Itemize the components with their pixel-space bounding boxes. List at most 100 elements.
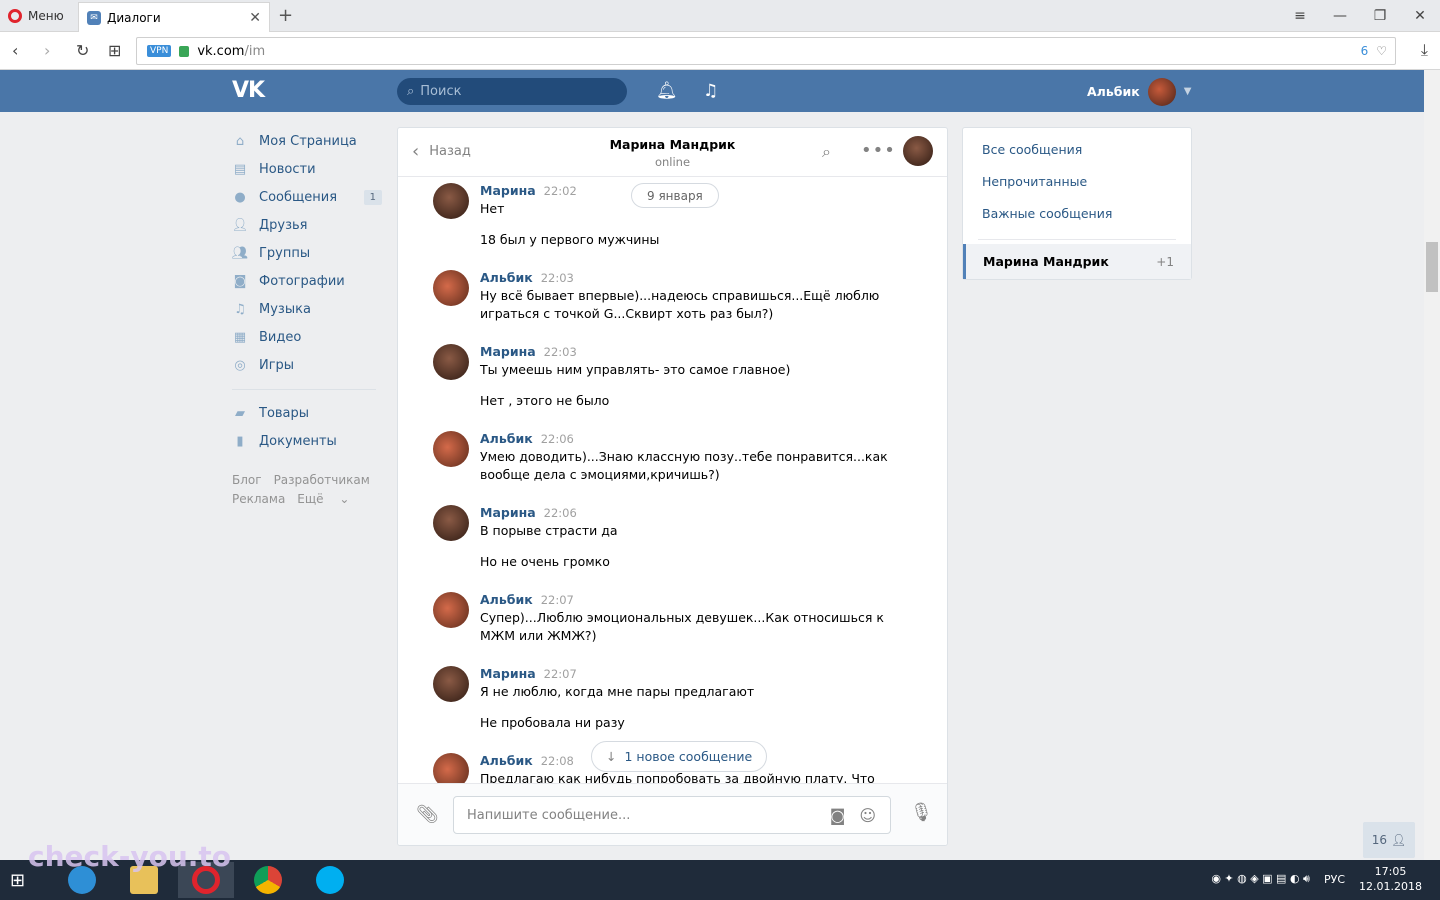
message-input[interactable]: Напишите сообщение... ◙ ☺ <box>453 796 891 834</box>
url-field[interactable]: VPN vk.com/im 6 ♡ <box>136 37 1396 65</box>
message-text: Я не люблю, когда мне пары предлагают <box>480 684 755 699</box>
message-text: Умею доводить)...Знаю классную позу..теб… <box>480 449 888 464</box>
nav-item-goods[interactable]: ▰ Товары <box>232 399 382 427</box>
message-author[interactable]: Марина <box>480 183 536 198</box>
nav-item-news[interactable]: ▤ Новости <box>232 155 382 183</box>
avatar[interactable] <box>433 183 469 219</box>
adblock-count[interactable]: 6 <box>1361 44 1369 58</box>
nav-item-documents[interactable]: ▮ Документы <box>232 427 382 455</box>
taskbar-skype[interactable] <box>302 862 358 898</box>
new-tab-icon[interactable]: + <box>278 5 293 26</box>
microphone-icon[interactable]: 🎙︎ <box>910 802 933 823</box>
minimize-icon[interactable]: — <box>1320 0 1360 32</box>
paperclip-icon[interactable]: 📎︎ <box>416 804 439 825</box>
browser-tab[interactable]: ✉ Диалоги ✕ <box>78 2 270 32</box>
windows-start-icon[interactable]: ⊞ <box>10 870 25 891</box>
camera-icon: ◙ <box>233 273 247 289</box>
footer-link-ads[interactable]: Реклама <box>232 492 285 506</box>
chevron-down-icon: ▼ <box>1183 86 1192 97</box>
vk-logo-icon[interactable]: VK <box>232 78 265 103</box>
footer-link-blog[interactable]: Блог <box>232 473 262 487</box>
tray-icons[interactable]: ◉ ✦ ◍ ◈ ▣ ▤ ◐ 🔊︎ <box>1211 872 1310 886</box>
address-bar-row: ‹ › ↻ ⊞ VPN vk.com/im 6 ♡ ⤓ <box>0 32 1440 70</box>
nav-item-music[interactable]: ♫ Музыка <box>232 295 382 323</box>
online-count: 16 <box>1371 833 1388 847</box>
back-arrow-icon[interactable]: ‹ <box>12 41 18 60</box>
nav-item-friends[interactable]: 👤︎ Друзья <box>232 211 382 239</box>
message-author[interactable]: Марина <box>480 505 536 520</box>
camera-icon[interactable]: ◙ <box>830 806 846 825</box>
menu-all-messages[interactable]: Все сообщения <box>963 133 1191 165</box>
message-history[interactable]: Марина 22:02 Нет 18 был у первого мужчины… <box>398 177 947 783</box>
scroll-thumb[interactable] <box>1426 242 1438 292</box>
download-icon[interactable]: ⤓ <box>1421 40 1428 60</box>
avatar[interactable] <box>433 270 469 306</box>
message-group: Марина 22:07 Я не люблю, когда мне пары п… <box>433 666 933 732</box>
reload-icon[interactable]: ↻ <box>76 41 89 60</box>
message-author[interactable]: Альбик <box>480 592 533 607</box>
message-input-placeholder: Напишите сообщение... <box>467 807 631 823</box>
avatar[interactable] <box>433 753 469 783</box>
search-icon[interactable]: ⌕ <box>822 142 831 162</box>
heart-icon[interactable]: ♡ <box>1376 44 1387 58</box>
message-author[interactable]: Марина <box>480 344 536 359</box>
peer-avatar[interactable] <box>903 136 933 166</box>
nav-item-video[interactable]: ▦ Видео <box>232 323 382 351</box>
avatar <box>1147 77 1176 106</box>
lock-icon[interactable] <box>179 45 190 57</box>
language-indicator[interactable]: РУС <box>1324 873 1345 886</box>
speed-dial-icon[interactable]: ⊞ <box>108 41 121 60</box>
browser-tab-strip: Меню ✉ Диалоги ✕ + ≡ — ❐ ✕ <box>0 0 1440 32</box>
taskbar-chrome[interactable] <box>240 862 296 898</box>
user-menu[interactable]: Альбик ▼ <box>1087 77 1192 106</box>
opera-menu-label: Меню <box>28 9 64 23</box>
vpn-badge[interactable]: VPN <box>147 45 172 57</box>
nav-item-groups[interactable]: 👥︎ Группы <box>232 239 382 267</box>
nav-item-my-page[interactable]: ⌂ Моя Страница <box>232 127 382 155</box>
footer-more-label: Ещё <box>297 492 324 506</box>
music-note-icon[interactable]: ♫ <box>703 81 718 101</box>
search-input[interactable]: ⌕ Поиск <box>397 78 627 105</box>
vk-header: VK ⌕ Поиск 🔔︎ ♫ Альбик ▼ <box>0 70 1424 112</box>
opera-menu-button[interactable]: Меню <box>8 6 64 26</box>
message-author[interactable]: Марина <box>480 666 536 681</box>
nav-label: Игры <box>259 357 295 373</box>
page-scrollbar[interactable] <box>1424 70 1440 860</box>
user-name: Альбик <box>1087 84 1140 99</box>
tab-menu-icon[interactable]: ≡ <box>1280 0 1320 32</box>
message-group: Марина 22:06 В порыве страсти да Но не оч… <box>433 505 933 571</box>
message-author[interactable]: Альбик <box>480 270 533 285</box>
forward-arrow-icon[interactable]: › <box>44 41 50 60</box>
footer-link-more[interactable]: Ещё ⌄ <box>297 492 349 506</box>
gamepad-icon: ◎ <box>234 357 246 373</box>
online-friends-button[interactable]: 16 👤︎ <box>1363 822 1415 858</box>
new-messages-button[interactable]: ↓ 1 новое сообщение <box>591 741 768 772</box>
avatar[interactable] <box>433 505 469 541</box>
active-dialog-item[interactable]: Марина Мандрик +1 <box>963 244 1191 279</box>
nav-item-photos[interactable]: ◙ Фотографии <box>232 267 382 295</box>
message-author[interactable]: Альбик <box>480 753 533 768</box>
avatar[interactable] <box>433 666 469 702</box>
footer-link-developers[interactable]: Разработчикам <box>274 473 370 487</box>
message-text: играться с точкой G...Сквирт хоть раз бы… <box>480 306 774 321</box>
active-dialog-name: Марина Мандрик <box>983 254 1109 269</box>
menu-important[interactable]: Важные сообщения <box>963 197 1191 229</box>
bell-icon[interactable]: 🔔︎ <box>656 81 678 101</box>
search-icon: ⌕ <box>407 84 415 99</box>
nav-item-games[interactable]: ◎ Игры <box>232 351 382 379</box>
clock[interactable]: 17:05 12.01.2018 <box>1359 864 1422 894</box>
close-window-icon[interactable]: ✕ <box>1400 0 1440 32</box>
avatar[interactable] <box>433 431 469 467</box>
message-author[interactable]: Альбик <box>480 431 533 446</box>
emoji-icon[interactable]: ☺ <box>859 806 876 825</box>
message-time: 22:07 <box>540 593 574 607</box>
avatar[interactable] <box>433 344 469 380</box>
document-icon: ▮ <box>236 433 244 449</box>
nav-item-messages[interactable]: ● Сообщения 1 <box>232 183 382 211</box>
tab-close-icon[interactable]: ✕ <box>249 10 261 26</box>
nav-label: Моя Страница <box>259 133 357 149</box>
more-icon[interactable]: ••• <box>861 140 896 161</box>
avatar[interactable] <box>433 592 469 628</box>
menu-unread[interactable]: Непрочитанные <box>963 165 1191 197</box>
restore-icon[interactable]: ❐ <box>1360 0 1400 32</box>
